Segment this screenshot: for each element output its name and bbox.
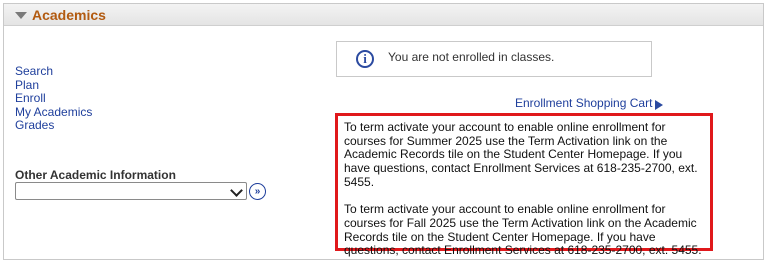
enrollment-shopping-cart-link[interactable]: Enrollment Shopping Cart xyxy=(515,96,652,110)
right-arrow-icon[interactable] xyxy=(655,100,663,110)
notice-fall: To term activate your account to enable … xyxy=(344,202,702,258)
info-icon: i xyxy=(356,50,374,68)
my-academics-link[interactable]: My Academics xyxy=(15,105,92,120)
other-academic-select[interactable] xyxy=(15,182,247,200)
info-message: You are not enrolled in classes. xyxy=(388,50,555,64)
other-academic-label: Other Academic Information xyxy=(15,168,176,182)
chevron-down-icon xyxy=(230,184,243,197)
notice-summer: To term activate your account to enable … xyxy=(344,120,698,189)
panel-title: Academics xyxy=(32,7,106,23)
grades-link[interactable]: Grades xyxy=(15,118,92,133)
plan-link[interactable]: Plan xyxy=(15,78,92,93)
go-arrow-icon[interactable]: » xyxy=(249,183,266,200)
enroll-link[interactable]: Enroll xyxy=(15,91,92,106)
search-link[interactable]: Search xyxy=(15,64,92,79)
academics-panel: Academics Search Plan Enroll My Academic… xyxy=(3,3,764,260)
collapse-triangle-icon[interactable] xyxy=(15,12,27,19)
panel-header[interactable]: Academics xyxy=(4,4,763,26)
info-message-box: i You are not enrolled in classes. xyxy=(336,41,652,77)
academic-links: Search Plan Enroll My Academics Grades xyxy=(15,64,92,133)
term-activation-notice: To term activate your account to enable … xyxy=(335,113,713,257)
